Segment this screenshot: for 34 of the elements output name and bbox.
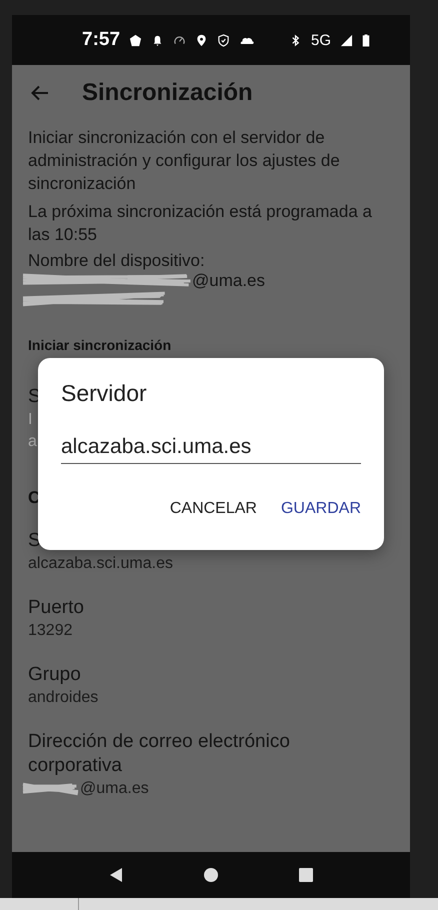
location-pin-icon xyxy=(195,34,208,46)
preference-title: Dirección de correo electrónico corporativa xyxy=(28,730,291,778)
preference-title: Puerto xyxy=(28,596,85,620)
dialog-title: Servidor xyxy=(61,380,148,407)
preference-title: Grupo xyxy=(28,663,82,687)
signal-icon xyxy=(340,34,353,46)
home-circle-icon[interactable] xyxy=(203,867,219,883)
back-button[interactable] xyxy=(30,83,50,103)
battery-icon xyxy=(362,34,370,46)
pentagon-icon xyxy=(129,34,142,46)
back-triangle-icon[interactable] xyxy=(108,867,124,883)
section-header: Iniciar sincronización xyxy=(28,337,172,353)
dialog-button[interactable]: GUARDAR xyxy=(274,496,367,522)
device-name-value: @uma.es xyxy=(192,271,266,291)
preference-summary: alcazaba.sci.uma.es xyxy=(28,554,173,574)
preference-summary: @uma.es xyxy=(80,779,149,799)
preference-summary: a xyxy=(28,432,37,452)
preference-item[interactable]: Puerto 13292 xyxy=(28,586,348,653)
preference-summary: I xyxy=(28,410,32,430)
description-text: Iniciar sincronización con el servidor de administración y configurar los ajustes de sincronización xyxy=(28,127,341,195)
description-text: La próxima sincronización está programada a las 10:55 xyxy=(28,201,373,246)
preference-item[interactable]: Grupo androides xyxy=(28,653,348,720)
preference-summary: 13292 xyxy=(28,621,72,641)
status-time: 7:57 xyxy=(82,29,120,51)
page-title: Sincronización xyxy=(82,79,253,107)
back-arrow-icon xyxy=(30,83,50,103)
recents-square-icon[interactable] xyxy=(298,867,314,883)
device-name-label: Nombre del dispositivo: xyxy=(28,251,206,271)
network-type: 5G xyxy=(310,32,331,48)
dialog-button[interactable]: CANCELAR xyxy=(164,496,263,522)
preference-summary: androides xyxy=(28,688,98,708)
shield-icon xyxy=(217,34,230,46)
preference-item[interactable]: Dirección de correo electrónico corporativa @uma.es xyxy=(28,720,348,811)
gauge-icon xyxy=(173,34,186,46)
